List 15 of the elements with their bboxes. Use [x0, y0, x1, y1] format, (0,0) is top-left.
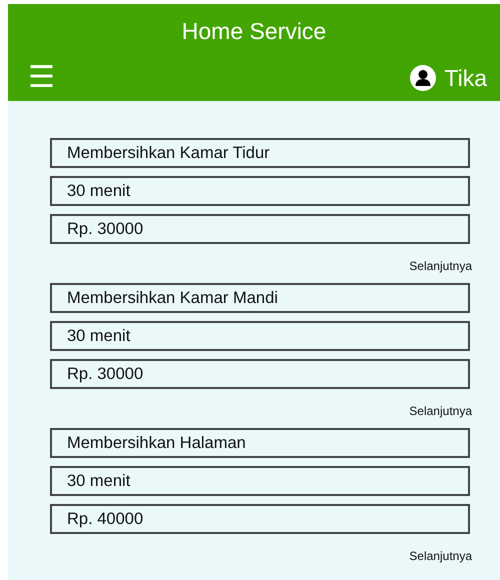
duration-box: 30 menit	[50, 176, 470, 206]
price-box: Rp. 40000	[50, 504, 470, 534]
app-title: Home Service	[182, 17, 326, 45]
duration-box: 30 menit	[50, 321, 470, 351]
next-link[interactable]: Selanjutnya	[409, 404, 472, 418]
duration-box: 30 menit	[50, 466, 470, 496]
service-name-box: Membersihkan Kamar Mandi	[50, 283, 470, 313]
next-link[interactable]: Selanjutnya	[409, 259, 472, 273]
user-icon	[410, 65, 436, 91]
service-name-box: Membersihkan Kamar Tidur	[50, 138, 470, 168]
service-name-box: Membersihkan Halaman	[50, 428, 470, 458]
price-box: Rp. 30000	[50, 359, 470, 389]
price-box: Rp. 30000	[50, 214, 470, 244]
user-name: Tika	[444, 64, 487, 92]
next-link[interactable]: Selanjutnya	[409, 549, 472, 563]
